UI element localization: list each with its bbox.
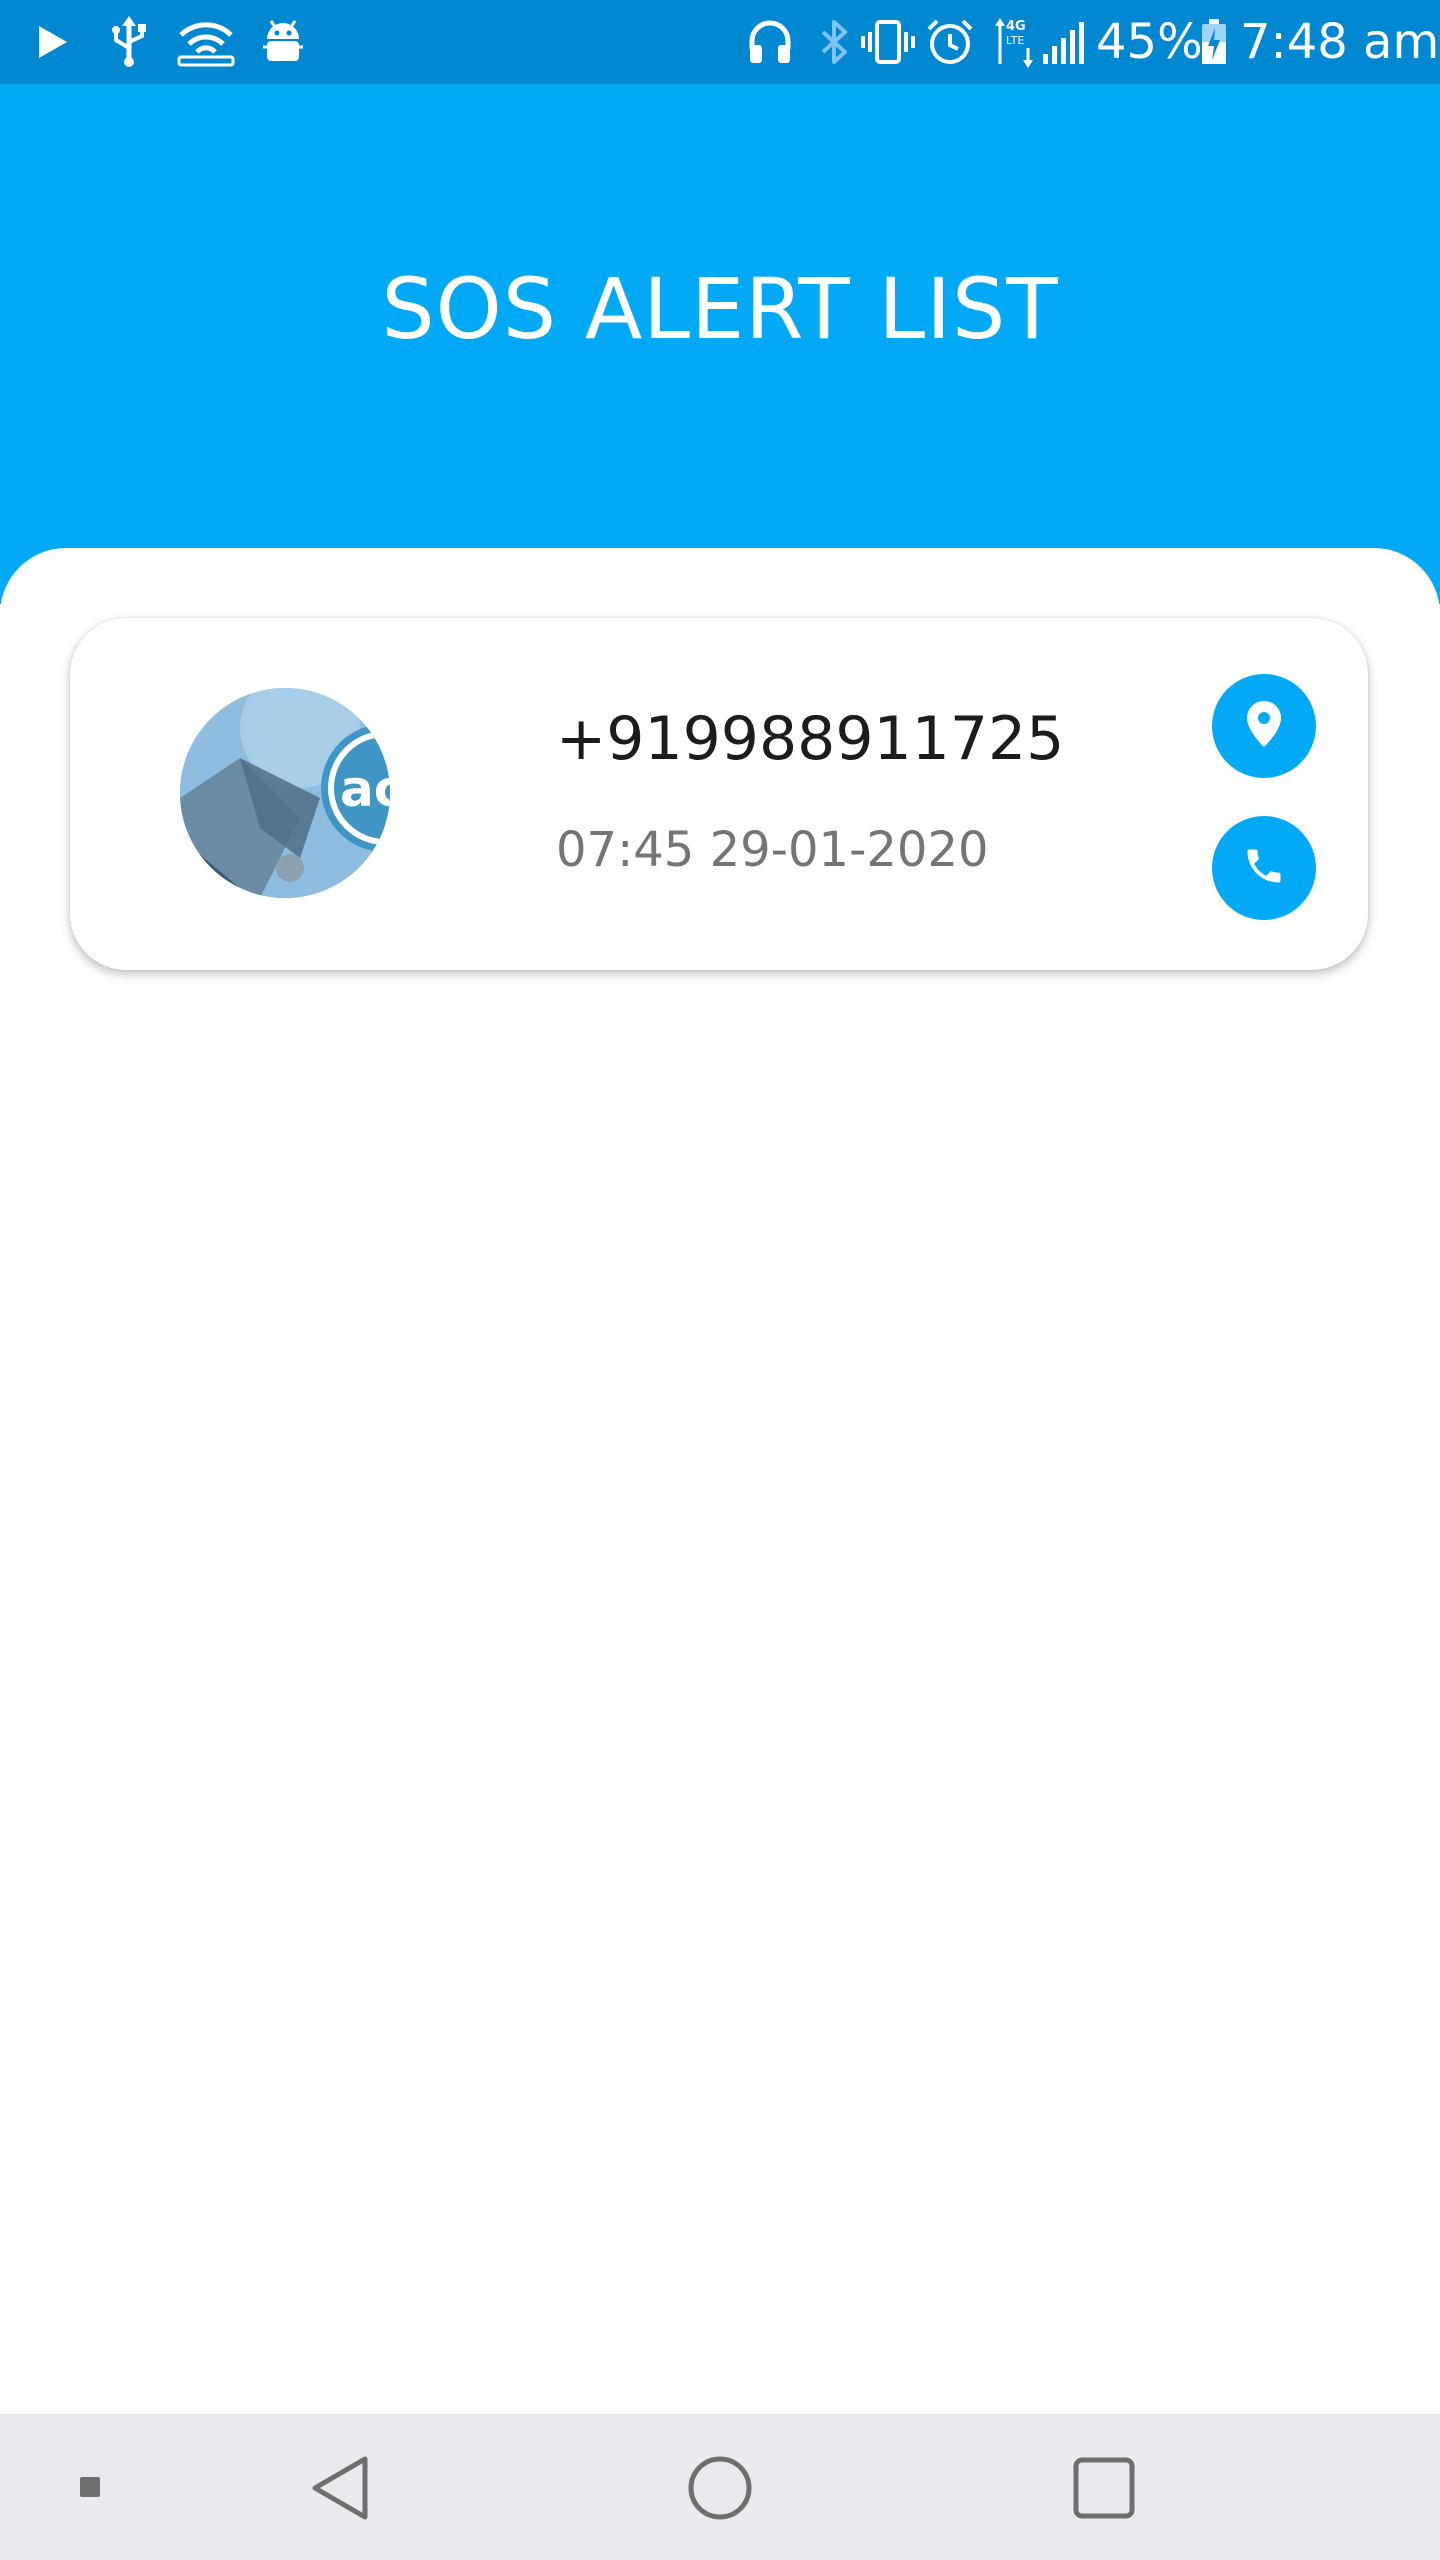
alert-card[interactable]: acr +919988911725 07:45 29-01-2020 [70, 618, 1368, 970]
battery-percent: 45% [1096, 14, 1203, 70]
android-debug-icon [258, 14, 308, 70]
recents-icon[interactable] [1064, 2450, 1144, 2526]
usb-icon [104, 14, 154, 70]
4g-lte-icon: 4G LTE [992, 14, 1036, 70]
signal-icon [1040, 14, 1088, 70]
vibrate-icon [860, 14, 916, 70]
page-title: SOS ALERT LIST [381, 260, 1059, 358]
nav-bar [0, 2414, 1440, 2560]
alert-timestamp: 07:45 29-01-2020 [556, 822, 989, 878]
svg-text:LTE: LTE [1006, 34, 1024, 47]
alarm-icon [924, 14, 976, 70]
avatar: acr [180, 688, 390, 898]
back-icon[interactable] [300, 2450, 380, 2526]
status-bar: 4G LTE 45% 7:48 am [0, 0, 1440, 84]
location-button[interactable] [1212, 674, 1316, 778]
call-button[interactable] [1212, 816, 1316, 920]
location-icon [1244, 699, 1284, 753]
play-icon [30, 14, 74, 70]
square-small-icon[interactable] [70, 2464, 110, 2510]
home-icon[interactable] [680, 2450, 760, 2526]
phone-icon [1242, 844, 1286, 892]
svg-text:4G: 4G [1006, 19, 1026, 34]
wifi-hotspot-icon [176, 14, 236, 70]
bluetooth-icon [814, 14, 854, 70]
status-time: 7:48 am [1240, 14, 1440, 70]
avatar-logo-text: acr [340, 760, 390, 818]
alert-phone-number: +919988911725 [556, 704, 1065, 774]
app-header: SOS ALERT LIST [0, 84, 1440, 604]
battery-icon [1198, 14, 1230, 70]
headset-icon [746, 14, 794, 70]
